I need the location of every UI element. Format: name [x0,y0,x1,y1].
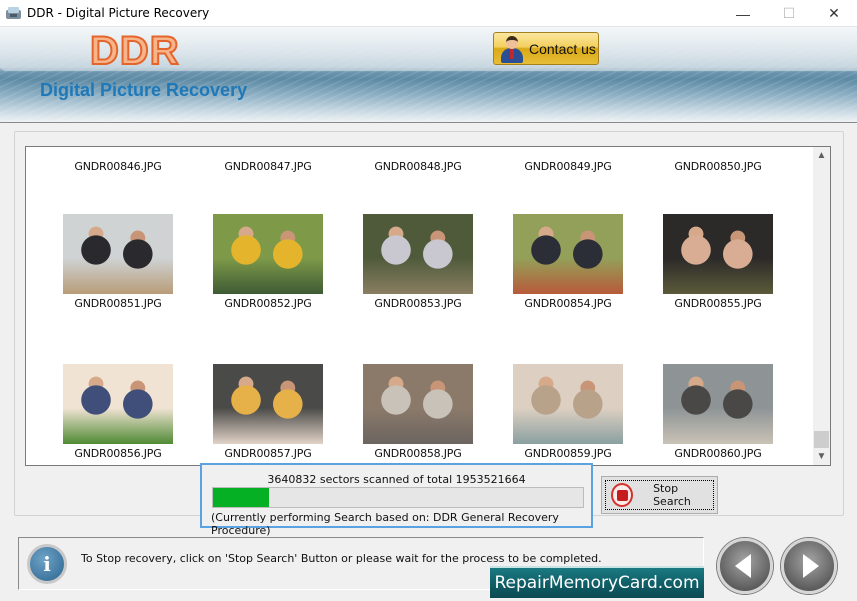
file-name: GNDR00848.JPG [374,160,462,173]
file-name: GNDR00847.JPG [224,160,312,173]
brand-badge: RepairMemoryCard.com [490,566,704,598]
stop-search-button[interactable]: Stop Search [601,476,718,514]
minimize-icon: — [736,5,750,22]
photo-thumbnail[interactable] [63,214,173,294]
close-icon: ✕ [828,5,840,21]
gallery-item[interactable]: GNDR00847.JPG [193,147,343,173]
photo-thumbnail[interactable] [213,214,323,294]
chevron-up-icon: ▲ [816,150,827,161]
scan-progress-panel: 3640832 sectors scanned of total 1953521… [200,463,593,537]
app-subtitle: Digital Picture Recovery [40,80,248,100]
arrow-right-icon [803,554,819,578]
photo-thumbnail[interactable] [363,214,473,294]
gallery-item[interactable]: GNDR00852.JPG [193,214,343,310]
file-name: GNDR00856.JPG [74,447,162,460]
contact-us-button[interactable]: Contact us [493,32,599,65]
gallery-item[interactable]: GNDR00857.JPG [193,364,343,460]
stop-icon [611,483,634,507]
file-name: GNDR00851.JPG [74,297,162,310]
person-icon [500,35,524,63]
chevron-down-icon: ▼ [816,451,827,462]
scroll-thumb[interactable] [814,431,829,448]
info-icon: i [27,544,67,584]
gallery-item[interactable]: GNDR00851.JPG [43,214,193,310]
gallery-item[interactable]: GNDR00846.JPG [43,147,193,173]
photo-thumbnail[interactable] [363,364,473,444]
file-name: GNDR00858.JPG [374,447,462,460]
gallery-item[interactable]: GNDR00858.JPG [343,364,493,460]
gallery-item[interactable]: GNDR00859.JPG [493,364,643,460]
progress-bar-fill [213,488,269,507]
progress-bar [212,487,584,508]
header-banner: DDR Digital Picture Recovery Contact us [0,27,857,123]
file-name: GNDR00855.JPG [674,297,762,310]
file-name: GNDR00850.JPG [674,160,762,173]
file-name: GNDR00860.JPG [674,447,762,460]
stop-search-label: Stop Search [653,482,691,508]
gallery-item[interactable]: GNDR00855.JPG [643,214,793,310]
procedure-text: (Currently performing Search based on: D… [211,511,559,537]
scroll-down-button[interactable]: ▼ [813,448,830,465]
logo: DDR [89,28,180,74]
window-title: DDR - Digital Picture Recovery [27,6,210,20]
close-button[interactable]: ✕ [811,0,857,27]
file-name: GNDR00859.JPG [524,447,612,460]
minimize-button[interactable]: — [720,0,766,27]
contact-us-label: Contact us [529,40,596,57]
gallery-item[interactable]: GNDR00848.JPG [343,147,493,173]
photo-thumbnail[interactable] [663,214,773,294]
vertical-scrollbar[interactable]: ▲ ▼ [813,147,830,465]
file-name: GNDR00854.JPG [524,297,612,310]
gallery-item[interactable]: GNDR00860.JPG [643,364,793,460]
file-name: GNDR00849.JPG [524,160,612,173]
gallery-item[interactable]: GNDR00849.JPG [493,147,643,173]
gallery-item[interactable]: GNDR00856.JPG [43,364,193,460]
gallery-item[interactable]: GNDR00850.JPG [643,147,793,173]
file-name: GNDR00857.JPG [224,447,312,460]
title-bar: DDR - Digital Picture Recovery — ☐ ✕ [0,0,857,27]
maximize-button[interactable]: ☐ [766,0,812,27]
status-message: To Stop recovery, click on 'Stop Search'… [81,552,602,565]
next-button[interactable] [781,538,837,594]
recovered-files-gallery[interactable]: GNDR00860.JPG GNDR00859.JPG GNDR00858.JPG G… [25,146,831,466]
photo-thumbnail[interactable] [513,364,623,444]
sectors-scanned-text: 3640832 sectors scanned of total 1953521… [267,473,526,486]
photo-thumbnail[interactable] [663,364,773,444]
photo-thumbnail[interactable] [213,364,323,444]
gallery-item[interactable]: GNDR00853.JPG [343,214,493,310]
file-name: GNDR00846.JPG [74,160,162,173]
app-icon [6,7,21,19]
scroll-up-button[interactable]: ▲ [813,147,830,164]
file-name: GNDR00853.JPG [374,297,462,310]
maximize-icon: ☐ [782,5,796,21]
gallery-item[interactable]: GNDR00854.JPG [493,214,643,310]
back-button[interactable] [717,538,773,594]
file-name: GNDR00852.JPG [224,297,312,310]
photo-thumbnail[interactable] [513,214,623,294]
photo-thumbnail[interactable] [63,364,173,444]
arrow-left-icon [735,554,751,578]
